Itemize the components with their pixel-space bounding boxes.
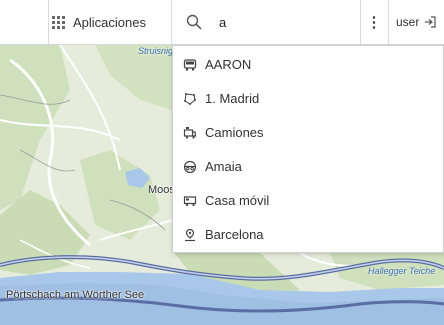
apps-menu-button[interactable]: Aplicaciones bbox=[52, 0, 146, 44]
search-result-label: Camiones bbox=[205, 125, 264, 140]
search-result-item[interactable]: Camiones bbox=[173, 116, 443, 150]
map-label-hallegger: Hallegger Teiche bbox=[368, 266, 436, 276]
search-result-label: Amaia bbox=[205, 159, 242, 174]
map-label-top-place: Struisnig bbox=[138, 46, 174, 56]
search-result-label: Barcelona bbox=[205, 227, 264, 242]
search-result-item[interactable]: Casa móvil bbox=[173, 184, 443, 218]
search-result-label: Casa móvil bbox=[205, 193, 270, 208]
motorhome-icon bbox=[183, 196, 197, 207]
search-result-item[interactable]: Barcelona bbox=[173, 218, 443, 252]
search-result-item[interactable]: Amaia bbox=[173, 150, 443, 184]
polygon-area-icon bbox=[184, 93, 196, 105]
user-menu-button[interactable]: user bbox=[396, 0, 436, 44]
search-input[interactable] bbox=[219, 13, 349, 31]
search-icon bbox=[186, 14, 202, 30]
more-options-icon[interactable]: ⋮ bbox=[361, 0, 387, 44]
divider bbox=[388, 0, 389, 44]
search-result-item[interactable]: 1. Madrid bbox=[173, 82, 443, 116]
search-result-label: 1. Madrid bbox=[205, 91, 260, 106]
search-result-label: AARON bbox=[205, 57, 252, 72]
top-bar: Aplicaciones ⋮ user bbox=[0, 0, 444, 45]
search-results-dropdown: AARON 1. Madrid Camiones Amaia Casa móvi… bbox=[172, 45, 444, 253]
logout-icon bbox=[425, 16, 436, 28]
apps-grid-icon bbox=[52, 15, 65, 29]
search-box[interactable] bbox=[172, 0, 360, 44]
map-label-moos: Moos bbox=[148, 184, 175, 196]
bus-icon bbox=[183, 59, 197, 71]
user-name: user bbox=[396, 15, 420, 29]
person-icon bbox=[183, 160, 197, 174]
place-marker-icon bbox=[185, 228, 195, 242]
vehicle-group-icon bbox=[183, 127, 197, 139]
map-label-portschach: Pörtschach am Wörther See bbox=[6, 289, 145, 301]
apps-menu-label: Aplicaciones bbox=[73, 14, 146, 30]
divider bbox=[48, 0, 49, 44]
search-result-item[interactable]: AARON bbox=[173, 48, 443, 82]
